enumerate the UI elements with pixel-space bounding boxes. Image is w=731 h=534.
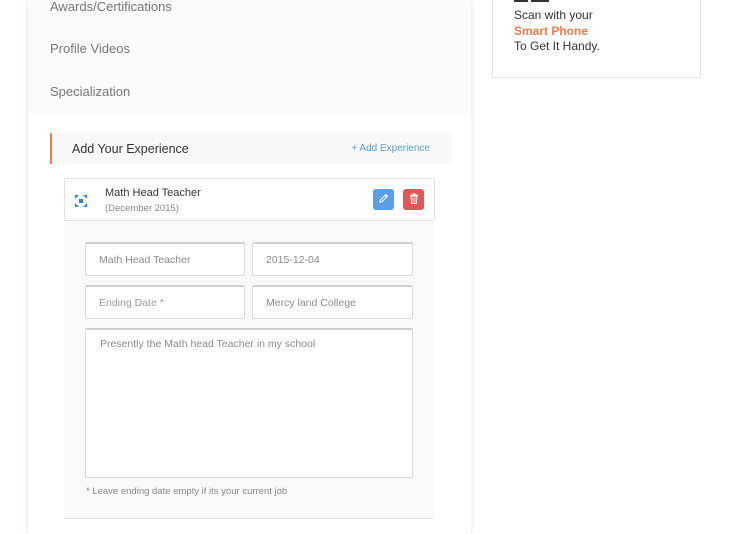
institution-input[interactable]: [252, 285, 413, 319]
experience-item: Math Head Teacher (December 2015): [64, 178, 435, 221]
experience-section-header: Add Your Experience + Add Experience: [50, 133, 452, 164]
move-icon[interactable]: [75, 194, 87, 207]
pencil-icon: [378, 191, 389, 209]
add-experience-link[interactable]: + Add Experience: [351, 143, 430, 154]
experience-section-title: Add Your Experience: [72, 142, 189, 156]
experience-edit-form: Presently the Math head Teacher in my sc…: [64, 222, 433, 519]
end-date-input[interactable]: [85, 285, 245, 319]
job-title-input[interactable]: [85, 242, 245, 276]
qr-code-edge: [531, 0, 549, 2]
menu-item-awards[interactable]: Awards/Certifications: [50, 0, 172, 14]
profile-section-menu: Awards/Certifications Profile Videos Spe…: [28, 0, 471, 114]
edit-experience-button[interactable]: [373, 189, 394, 210]
qr-line-1: Scan with your: [514, 8, 593, 22]
end-date-hint: * Leave ending date empty if its your cu…: [86, 486, 288, 497]
qr-line-2: Smart Phone: [514, 24, 589, 38]
experience-item-title: Math Head Teacher: [105, 187, 201, 199]
qr-code-edge: [514, 0, 528, 2]
delete-experience-button[interactable]: [403, 189, 424, 210]
start-date-input[interactable]: [252, 242, 413, 276]
profile-edit-panel: Awards/Certifications Profile Videos Spe…: [28, 0, 471, 534]
trash-icon: [409, 191, 419, 209]
qr-scan-card: Scan with your Smart Phone To Get It Han…: [492, 0, 701, 78]
experience-item-date: (December 2015): [105, 203, 179, 214]
description-textarea[interactable]: Presently the Math head Teacher in my sc…: [85, 328, 413, 478]
qr-line-3: To Get It Handy.: [514, 39, 600, 53]
menu-item-profile-videos[interactable]: Profile Videos: [50, 41, 130, 56]
menu-item-specialization[interactable]: Specialization: [50, 84, 130, 99]
